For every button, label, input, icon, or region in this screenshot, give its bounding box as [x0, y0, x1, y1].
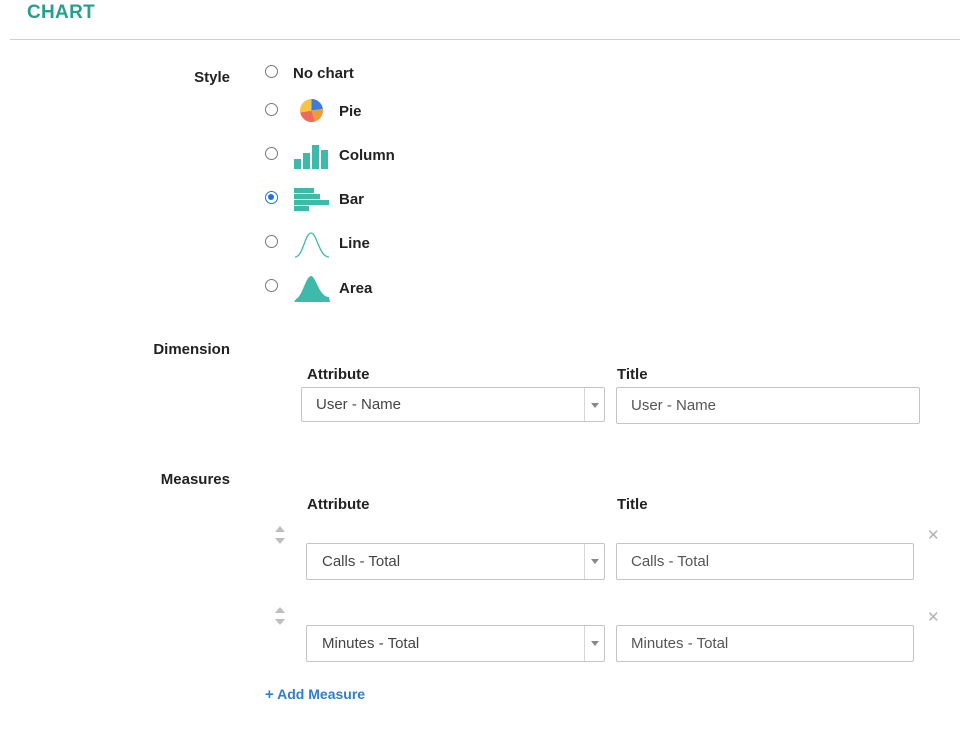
measure-attribute-select[interactable]: Calls - Total — [306, 543, 605, 580]
measure-attribute-select[interactable]: Minutes - Total — [306, 625, 605, 662]
dimension-title-input[interactable]: User - Name — [616, 387, 920, 424]
section-title: CHART — [27, 2, 95, 23]
chevron-down-icon[interactable] — [584, 388, 604, 421]
dimension-title-header: Title — [617, 366, 648, 383]
measures-label: Measures — [160, 471, 230, 488]
style-option-label: Line — [339, 235, 370, 252]
style-radio-bar[interactable] — [265, 191, 278, 204]
add-measure-button[interactable]: + Add Measure — [265, 686, 365, 703]
style-label: Style — [194, 69, 230, 86]
style-radio-column[interactable] — [265, 147, 278, 160]
sort-handle-icon[interactable] — [274, 606, 286, 626]
close-icon[interactable]: ✕ — [927, 526, 940, 544]
bar-chart-icon — [294, 188, 329, 211]
close-icon[interactable]: ✕ — [927, 608, 940, 626]
measure-attribute-value: Minutes - Total — [322, 635, 420, 652]
measures-attribute-header: Attribute — [307, 496, 370, 513]
style-option-label: Pie — [339, 103, 362, 120]
area-chart-icon — [294, 276, 330, 302]
measure-attribute-value: Calls - Total — [322, 553, 401, 570]
add-measure-label: Add Measure — [277, 686, 366, 702]
sort-handle-icon[interactable] — [274, 525, 286, 545]
chevron-down-icon[interactable] — [584, 544, 604, 579]
dimension-attribute-select[interactable]: User - Name — [301, 387, 605, 422]
pie-chart-icon — [300, 99, 324, 123]
style-option-label: No chart — [293, 65, 354, 82]
style-radio-pie[interactable] — [265, 103, 278, 116]
style-option-label: Bar — [339, 191, 365, 208]
chevron-down-icon[interactable] — [584, 626, 604, 661]
measures-title-header: Title — [617, 496, 648, 513]
style-radio-line[interactable] — [265, 235, 278, 248]
dimension-label: Dimension — [153, 341, 230, 358]
style-radio-area[interactable] — [265, 279, 278, 292]
style-option-label: Column — [339, 147, 395, 164]
measure-title-input[interactable]: Calls - Total — [616, 543, 914, 580]
measure-title-input[interactable]: Minutes - Total — [616, 625, 914, 662]
dimension-attribute-header: Attribute — [307, 366, 370, 383]
style-radio-no-chart[interactable] — [265, 65, 278, 78]
line-chart-icon — [294, 232, 330, 258]
column-chart-icon — [294, 145, 328, 169]
plus-icon: + — [265, 686, 274, 703]
style-option-label: Area — [339, 280, 373, 297]
dimension-attribute-value: User - Name — [316, 396, 402, 413]
section-divider — [10, 39, 960, 40]
